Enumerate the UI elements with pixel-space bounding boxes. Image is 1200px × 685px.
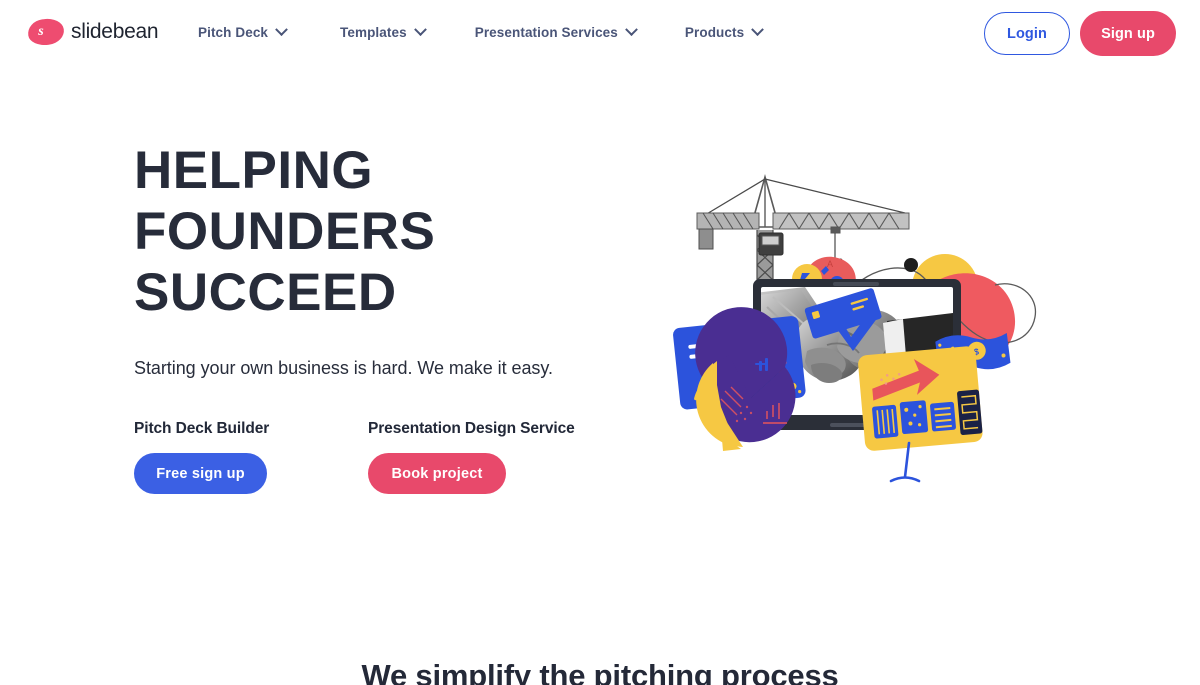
slidebean-blob-icon: s — [26, 16, 66, 48]
chevron-down-icon — [751, 23, 765, 37]
free-sign-up-button[interactable]: Free sign up — [134, 453, 267, 494]
cta-group-presentation-design-service: Presentation Design Service Book project — [368, 420, 575, 494]
headline-line-1: HELPING — [134, 141, 374, 200]
login-button[interactable]: Login — [984, 12, 1070, 55]
section-heading: We simplify the pitching process — [361, 658, 839, 685]
hero-text-block: HELPING FOUNDERS SUCCEED Starting your o… — [134, 140, 654, 494]
headline-line-3: SUCCEED — [134, 263, 397, 322]
brand-letter: s — [38, 24, 44, 39]
headline-line-2: FOUNDERS — [134, 202, 436, 261]
nav-item-label: Templates — [340, 25, 407, 40]
book-project-button[interactable]: Book project — [368, 453, 506, 494]
nav-item-templates[interactable]: Templates — [340, 23, 427, 40]
hero-collage-graphic: $ A — [673, 174, 1037, 483]
yellow-slide-card — [858, 346, 983, 451]
site-header: s slidebean Pitch Deck Templates Present… — [0, 0, 1200, 65]
hero-illustration: $ A — [655, 155, 1075, 500]
cta-group-pitch-deck-builder: Pitch Deck Builder Free sign up — [134, 420, 368, 494]
chevron-down-icon — [413, 23, 427, 37]
hero-cta-row: Pitch Deck Builder Free sign up Presenta… — [134, 420, 654, 494]
nav-item-presentation-services[interactable]: Presentation Services — [474, 23, 638, 40]
nav-item-label: Pitch Deck — [198, 25, 269, 40]
brand-logo[interactable]: s slidebean — [26, 16, 159, 48]
cta-label-presentation-design-service: Presentation Design Service — [368, 420, 575, 437]
cta-label-pitch-deck-builder: Pitch Deck Builder — [134, 420, 270, 437]
main-nav: Pitch Deck Templates Presentation Servic… — [198, 0, 765, 65]
chevron-down-icon — [625, 23, 638, 37]
nav-item-label: Products — [684, 25, 745, 40]
nav-item-pitch-deck[interactable]: Pitch Deck — [198, 23, 288, 40]
nav-item-label: Presentation Services — [474, 25, 618, 40]
signup-button[interactable]: Sign up — [1080, 11, 1176, 56]
nav-item-products[interactable]: Products — [684, 23, 765, 40]
svg-text:A: A — [827, 259, 833, 269]
chevron-down-icon — [275, 23, 288, 37]
wire-dot-icon — [904, 258, 918, 272]
page-root: s slidebean Pitch Deck Templates Present… — [0, 0, 1200, 685]
page-title: HELPING FOUNDERS SUCCEED — [134, 140, 654, 323]
auth-buttons: Login Sign up — [984, 11, 1176, 56]
brand-name: slidebean — [71, 20, 159, 43]
hero-subheadline: Starting your own business is hard. We m… — [134, 358, 553, 378]
